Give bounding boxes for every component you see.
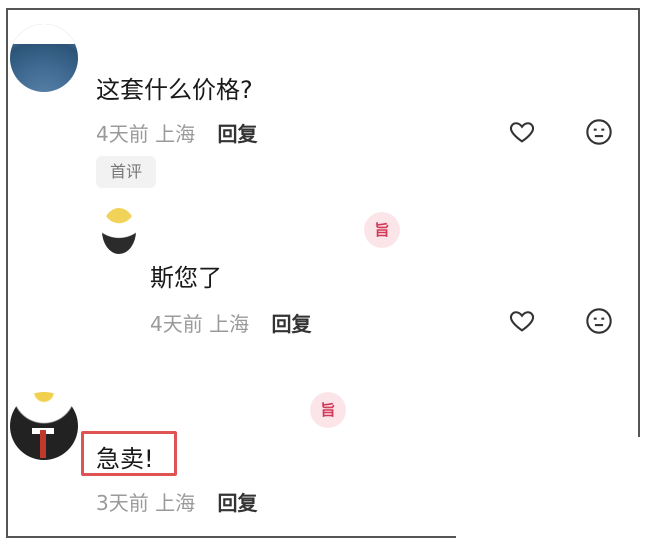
reply-time: 4天前 bbox=[150, 312, 203, 336]
comment-location: 上海 bbox=[155, 491, 196, 515]
comment-meta: 3天前 上海 回复 bbox=[96, 487, 257, 516]
comment-time: 4天前 bbox=[96, 122, 149, 146]
comment-meta: 4天前 上海 回复 bbox=[96, 118, 257, 147]
reply-location: 上海 bbox=[209, 312, 250, 336]
reply-button[interactable]: 回复 bbox=[217, 491, 257, 515]
reply-button[interactable]: 回复 bbox=[217, 122, 257, 146]
heart-outline-icon[interactable] bbox=[508, 118, 536, 146]
reply-text: 斯您了 bbox=[150, 264, 222, 292]
avatar[interactable] bbox=[102, 208, 136, 254]
comment-location: 上海 bbox=[155, 122, 196, 146]
badge: 旨 bbox=[364, 212, 400, 248]
reply-button[interactable]: 回复 bbox=[271, 312, 311, 336]
badge: 旨 bbox=[310, 392, 346, 428]
reply-meta: 4天前 上海 回复 bbox=[150, 308, 311, 337]
heart-outline-icon[interactable] bbox=[508, 307, 536, 335]
avatar[interactable] bbox=[10, 24, 78, 92]
first-comment-tag: 首评 bbox=[96, 156, 156, 188]
neutral-face-icon[interactable] bbox=[585, 118, 613, 146]
tie-decoration bbox=[40, 430, 46, 458]
comment-text: 急卖! bbox=[96, 445, 154, 473]
neutral-face-icon[interactable] bbox=[585, 307, 613, 335]
comment-time: 3天前 bbox=[96, 491, 149, 515]
comment-text: 这套什么价格? bbox=[96, 76, 253, 104]
